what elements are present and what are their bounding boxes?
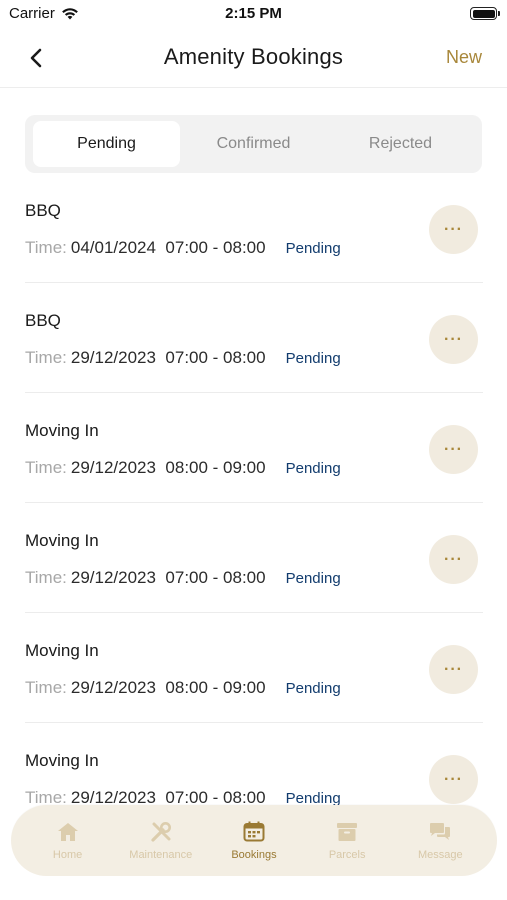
bookings-list: BBQ Time: 04/01/2024 07:00 - 08:00 Pendi… [25,173,483,833]
more-options-button[interactable]: ··· [429,535,478,584]
time-value: 29/12/2023 08:00 - 09:00 [70,678,266,697]
nav-bookings[interactable]: Bookings [208,821,300,861]
booking-meta: Time: 29/12/2023 08:00 - 09:00 Pending [25,678,341,698]
new-booking-button[interactable]: New [446,47,482,68]
time-label: Time: [25,568,67,587]
nav-message-label: Message [418,848,463,861]
calendar-icon [242,821,266,843]
tab-pending[interactable]: Pending [33,121,180,167]
nav-message[interactable]: Message [394,821,486,861]
status-time: 2:15 PM [225,5,282,22]
booking-row[interactable]: BBQ Time: 04/01/2024 07:00 - 08:00 Pendi… [25,173,483,283]
nav-home-label: Home [52,848,83,861]
time-value: 29/12/2023 08:00 - 09:00 [70,458,266,477]
nav-bar: Amenity Bookings New [0,30,507,88]
page-title: Amenity Bookings [163,44,344,69]
more-options-button[interactable]: ··· [429,755,478,804]
home-icon [56,821,80,843]
booking-row[interactable]: Moving In Time: 29/12/2023 08:00 - 09:00… [25,613,483,723]
booking-meta: Time: 29/12/2023 07:00 - 08:00 Pending [25,568,341,588]
chat-icon [428,821,452,843]
status-badge: Pending [285,460,341,477]
status-badge: Pending [285,240,341,257]
booking-row[interactable]: Moving In Time: 29/12/2023 07:00 - 08:00… [25,503,483,613]
status-badge: Pending [285,350,341,367]
nav-parcels-label: Parcels [328,848,366,861]
parcel-icon [335,821,359,843]
booking-title: Moving In [25,751,99,770]
status-badge: Pending [285,680,341,697]
booking-title: Moving In [25,421,99,440]
time-label: Time: [25,458,67,477]
nav-maintenance-label: Maintenance [129,848,193,861]
status-bar: Carrier 2:15 PM [0,0,507,28]
time-label: Time: [25,678,67,697]
time-label: Time: [25,348,67,367]
nav-bookings-label: Bookings [231,848,277,861]
booking-row[interactable]: Moving In Time: 29/12/2023 08:00 - 09:00… [25,393,483,503]
bottom-tab-bar: Home Maintenance Bookings Parcels Messag… [11,805,497,876]
booking-title: Moving In [25,531,99,550]
more-options-button[interactable]: ··· [429,315,478,364]
more-options-button[interactable]: ··· [429,425,478,474]
time-value: 29/12/2023 07:00 - 08:00 [70,348,266,367]
status-segmented-control: Pending Confirmed Rejected [25,115,482,173]
time-value: 04/01/2024 07:00 - 08:00 [70,238,266,257]
status-badge: Pending [285,570,341,587]
more-options-button[interactable]: ··· [429,205,478,254]
booking-meta: Time: 04/01/2024 07:00 - 08:00 Pending [25,238,341,258]
booking-title: BBQ [25,201,61,220]
booking-title: Moving In [25,641,99,660]
booking-title: BBQ [25,311,61,330]
battery-icon [470,7,500,20]
tools-icon [149,821,173,843]
booking-meta: Time: 29/12/2023 07:00 - 08:00 Pending [25,348,341,368]
booking-row[interactable]: BBQ Time: 29/12/2023 07:00 - 08:00 Pendi… [25,283,483,393]
nav-maintenance[interactable]: Maintenance [115,821,207,861]
tab-confirmed[interactable]: Confirmed [180,121,327,167]
time-value: 29/12/2023 07:00 - 08:00 [70,568,266,587]
time-label: Time: [25,238,67,257]
tab-rejected[interactable]: Rejected [327,121,474,167]
booking-meta: Time: 29/12/2023 08:00 - 09:00 Pending [25,458,341,478]
nav-home[interactable]: Home [22,821,114,861]
nav-parcels[interactable]: Parcels [301,821,393,861]
more-options-button[interactable]: ··· [429,645,478,694]
